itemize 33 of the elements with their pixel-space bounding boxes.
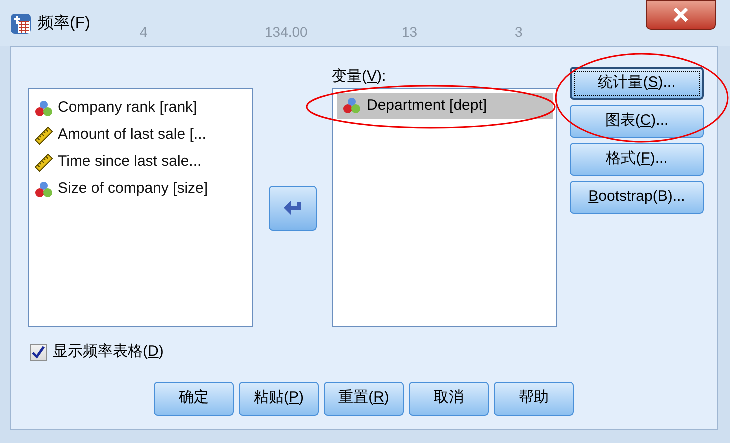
dialog-button[interactable]: 重置(R) (324, 382, 404, 416)
window-title: 频率(F) (38, 14, 90, 34)
variable-item[interactable]: Size of company [size] (58, 178, 208, 201)
dialog-button[interactable]: 图表(C)... (570, 105, 704, 138)
variables-list[interactable]: Department [dept] (332, 88, 557, 327)
dialog-button[interactable]: 帮助 (494, 382, 574, 416)
dialog-button[interactable]: Bootstrap(B)... (570, 181, 704, 214)
background-table-cell-text: 3 (515, 23, 523, 42)
nominal-variable-icon (343, 97, 361, 115)
close-icon (672, 8, 690, 22)
left-arrow-icon (283, 200, 303, 218)
background-table-cell-text: 4 (140, 23, 148, 42)
background-table-cell-text: 13 (402, 23, 418, 42)
close-button[interactable] (646, 0, 716, 30)
dialog-button[interactable]: 格式(F)... (570, 143, 704, 176)
checkbox-label: 显示频率表格(D) (53, 342, 164, 362)
dialog-button[interactable]: 确定 (154, 382, 234, 416)
check-icon (32, 346, 45, 359)
background-table-cell-text: 134.00 (265, 23, 308, 42)
dialog-button[interactable]: 取消 (409, 382, 489, 416)
dialog-button[interactable]: 粘贴(P) (239, 382, 319, 416)
variable-item[interactable]: Department [dept] (337, 93, 553, 119)
dialog-button[interactable]: 统计量(S)... (570, 67, 704, 100)
variables-label: 变量(V): (332, 67, 388, 87)
variable-item[interactable]: Amount of last sale [... (58, 124, 206, 147)
nominal-variable-icon (35, 180, 53, 198)
app-icon (10, 13, 32, 35)
variable-item[interactable]: Time since last sale... (58, 151, 202, 174)
variable-item[interactable]: Company rank [rank] (58, 97, 198, 120)
nominal-variable-icon (35, 100, 53, 118)
move-variable-button[interactable] (269, 186, 317, 231)
checkbox[interactable] (30, 344, 47, 361)
source-variable-list[interactable]: Company rank [rank] Amount of last sale [... Time since last sale... Size of company [size] (28, 88, 253, 327)
